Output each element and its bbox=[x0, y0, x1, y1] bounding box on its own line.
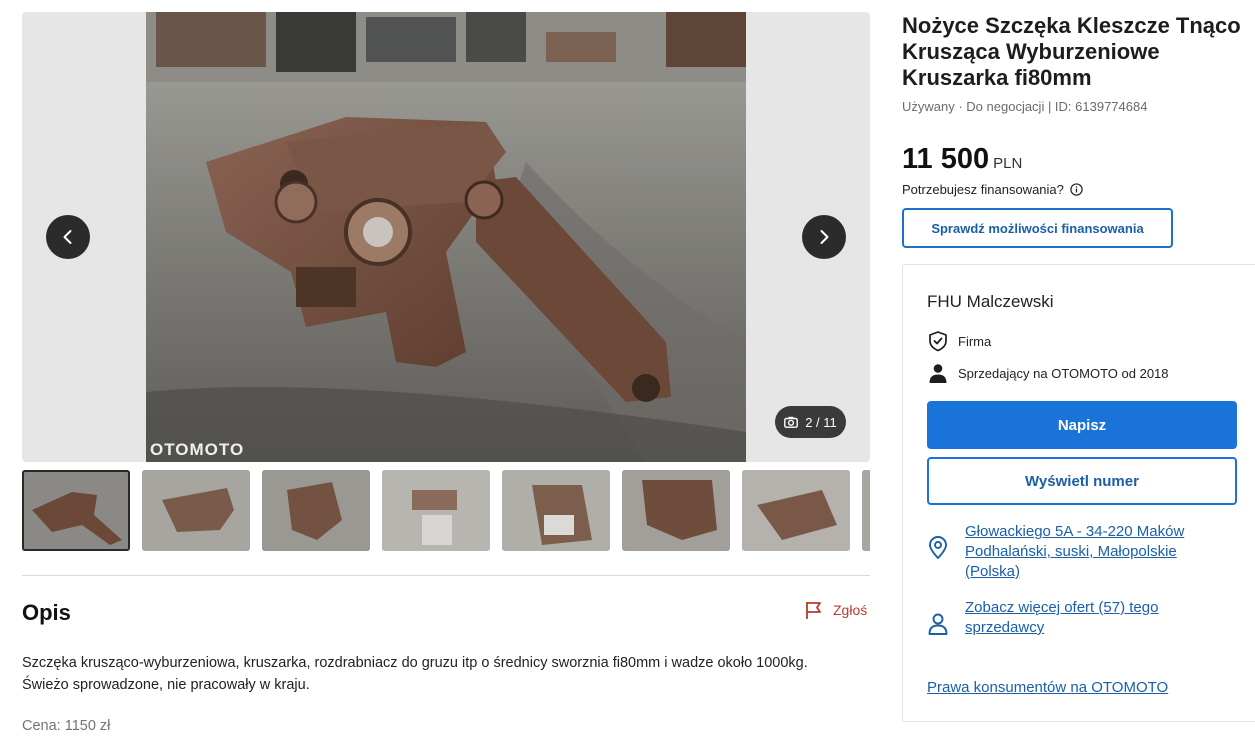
photo-counter[interactable]: 2 / 11 bbox=[775, 406, 846, 438]
previous-photo-button[interactable] bbox=[46, 215, 90, 259]
thumbnail-5[interactable] bbox=[502, 470, 610, 551]
description-text: Szczęka kruszącо-wyburzeniowa, kruszarka… bbox=[22, 655, 808, 693]
section-divider bbox=[22, 575, 870, 576]
seller-location: Głowackiego 5A - 34-220 Maków Podhalańsk… bbox=[927, 522, 1215, 582]
thumbnail-4[interactable] bbox=[382, 470, 490, 551]
location-link[interactable]: Głowackiego 5A - 34-220 Maków Podhalańsk… bbox=[965, 522, 1215, 582]
thumbnail-1[interactable] bbox=[22, 470, 130, 551]
thumbnail-image bbox=[502, 470, 610, 551]
thumbnail-image bbox=[382, 470, 490, 551]
price-currency: PLN bbox=[993, 155, 1023, 172]
next-photo-button[interactable] bbox=[802, 215, 846, 259]
listing-title: Nożyce Szczęka Kleszcze Tnąco Krusząca W… bbox=[902, 13, 1241, 90]
user-outline-icon bbox=[928, 613, 948, 635]
thumbnail-3[interactable] bbox=[262, 470, 370, 551]
watermark-logo: OTOMOTO bbox=[150, 440, 245, 459]
check-financing-button[interactable]: Sprawdź możliwości finansowania bbox=[902, 208, 1173, 248]
seller-type: Firma bbox=[927, 330, 991, 352]
chevron-left-icon bbox=[63, 230, 72, 244]
thumbnail-8[interactable] bbox=[862, 470, 870, 551]
finance-question-text: Potrzebujesz finansowania? bbox=[902, 182, 1064, 197]
listing-meta: Używany · Do negocjacji | ID: 6139774684 bbox=[902, 99, 1148, 114]
map-pin-icon bbox=[929, 536, 947, 559]
description-extra: Cena: 1150 zł bbox=[22, 718, 111, 734]
thumbnail-image bbox=[262, 470, 370, 551]
thumbnail-image bbox=[142, 470, 250, 551]
photo-counter-text: 2 / 11 bbox=[805, 414, 837, 430]
camera-icon bbox=[784, 416, 799, 428]
seller-since: Sprzedający na OTOMOTO od 2018 bbox=[927, 362, 1169, 384]
show-phone-button[interactable]: Wyświetl numer bbox=[927, 457, 1237, 505]
thumbnail-2[interactable] bbox=[142, 470, 250, 551]
chevron-right-icon bbox=[820, 230, 829, 244]
thumbnail-image bbox=[22, 470, 130, 551]
thumbnail-image bbox=[742, 470, 850, 551]
thumbnail-image bbox=[622, 470, 730, 551]
consumer-rights-link[interactable]: Prawa konsumentów na OTOMOTO bbox=[927, 679, 1168, 696]
write-message-button[interactable]: Napisz bbox=[927, 401, 1237, 449]
thumbnail-6[interactable] bbox=[622, 470, 730, 551]
shield-check-icon bbox=[929, 331, 947, 352]
main-photo-image bbox=[146, 12, 746, 462]
description-heading: Opis bbox=[22, 600, 71, 625]
seller-since-text: Sprzedający na OTOMOTO od 2018 bbox=[958, 365, 1169, 381]
thumbnail-7[interactable] bbox=[742, 470, 850, 551]
price-value: 11 500 bbox=[902, 143, 990, 175]
report-button[interactable]: Zgłoś bbox=[804, 600, 867, 620]
person-icon bbox=[929, 364, 947, 383]
price: 11 500 PLN bbox=[902, 143, 1022, 176]
thumbnail-strip bbox=[22, 470, 870, 551]
flag-icon bbox=[806, 602, 821, 619]
thumbnail-image bbox=[862, 470, 870, 551]
more-offers-link[interactable]: Zobacz więcej ofert (57) tego sprzedawcy bbox=[965, 598, 1215, 638]
seller-type-text: Firma bbox=[958, 333, 992, 349]
finance-question: Potrzebujesz finansowania? bbox=[902, 182, 1083, 197]
main-photo[interactable]: OTOMOTO bbox=[146, 12, 746, 462]
seller-name: FHU Malczewski bbox=[927, 292, 1054, 311]
report-label: Zgłoś bbox=[833, 602, 868, 618]
seller-more-offers: Zobacz więcej ofert (57) tego sprzedawcy bbox=[927, 598, 1215, 638]
photo-gallery: OTOMOTO 2 / 11 bbox=[22, 12, 870, 462]
info-icon[interactable] bbox=[1070, 183, 1083, 196]
